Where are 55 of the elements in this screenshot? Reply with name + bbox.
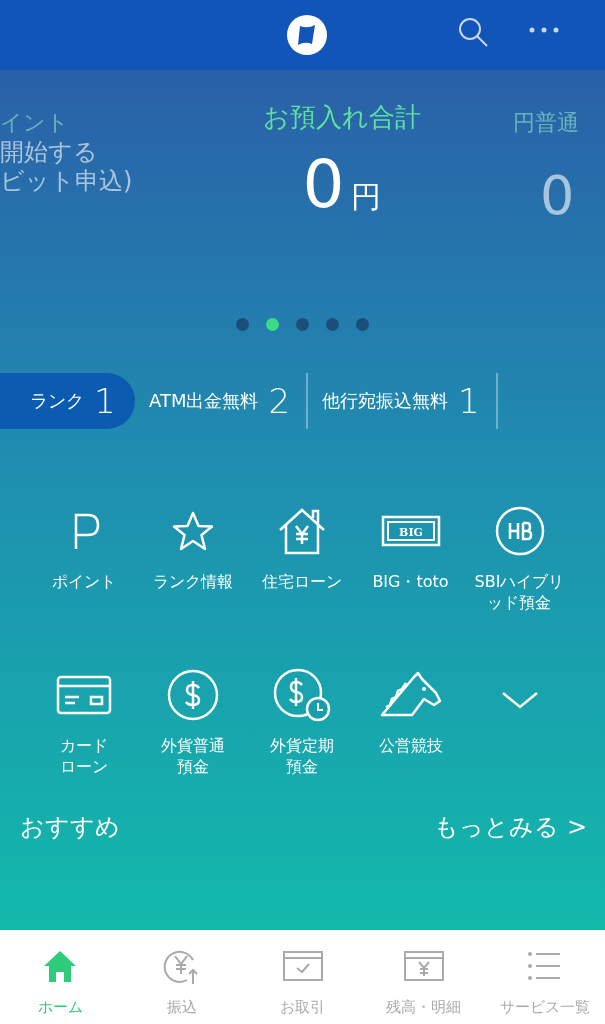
amount-value: 0 [540, 163, 575, 229]
slide-text: 開始する [0, 138, 98, 167]
menu-item[interactable]: SBIハイブリ ッド預金 [465, 503, 574, 637]
perk-counter[interactable]: ATM出金無料 2 [135, 373, 309, 429]
dollar-coin-icon [165, 668, 220, 722]
menu-label: SBIハイブリ [474, 571, 565, 592]
menu-label: ポイント [51, 571, 116, 592]
menu-item[interactable]: 公営競技 [356, 667, 465, 801]
page-dot[interactable] [296, 318, 309, 331]
menu-item[interactable]: ランク情報 [138, 503, 247, 637]
perk-value: 1 [458, 381, 480, 421]
amount-value: 0 [302, 149, 345, 221]
menu-item[interactable]: 外貨定期 預金 [247, 667, 356, 801]
slide-text: ビット申込) [0, 167, 133, 196]
perk-label: ランク [30, 389, 84, 413]
slide-title: 円普通 [513, 109, 579, 137]
perk-label: ATM出金無料 [149, 389, 259, 413]
menu-label: 預金 [285, 756, 318, 777]
perk-label: 他行宛振込無料 [322, 389, 449, 413]
circle-badge-icon [493, 505, 546, 557]
page-dot[interactable] [356, 318, 369, 331]
menu-label: 外貨普通 [160, 735, 225, 756]
perk-value: 1 [94, 381, 116, 421]
see-more-link[interactable]: もっとみる > [434, 811, 587, 843]
perk-counter[interactable]: 他行宛振込無料 1 [308, 373, 498, 429]
section-title: おすすめ [20, 812, 120, 843]
menu-label: ローン [59, 756, 108, 777]
nav-tab[interactable]: ホーム [0, 930, 121, 1024]
rank-badge[interactable]: ランク 1 [0, 373, 135, 429]
menu-item[interactable]: BIG BIG・toto [356, 503, 465, 637]
menu-label: 預金 [176, 756, 209, 777]
slide-title: イント [0, 109, 69, 137]
currency-unit: 円 [350, 178, 381, 216]
menu-item[interactable]: カード ローン [29, 667, 138, 801]
menu-label: 外貨定期 [269, 735, 334, 756]
nav-tab[interactable]: 振込 [121, 930, 242, 1024]
menu-label: 住宅ローン [261, 571, 342, 592]
menu-label: 公営競技 [378, 735, 443, 756]
nav-tab[interactable]: 残高・明細 [363, 930, 484, 1024]
page-dot[interactable] [266, 318, 279, 331]
menu-label: ランク情報 [152, 571, 233, 592]
menu-label: ッド預金 [487, 592, 552, 613]
menu-label: カード [59, 735, 108, 756]
credit-card-icon [54, 673, 113, 717]
nav-tab[interactable]: お取引 [242, 930, 363, 1024]
menu-item[interactable]: 外貨普通 預金 [138, 667, 247, 801]
page-dot[interactable] [326, 318, 339, 331]
menu-item[interactable]: 住宅ローン [247, 503, 356, 637]
dollar-clock-icon [271, 667, 332, 723]
slide-title: お預入れ合計 [262, 101, 421, 134]
menu-label: BIG・toto [372, 571, 449, 592]
perk-value: 2 [268, 381, 291, 421]
menu-item[interactable]: ポイント [29, 503, 138, 637]
nav-tab[interactable]: サービス一覧 [484, 930, 605, 1024]
page-dot[interactable] [236, 318, 249, 331]
